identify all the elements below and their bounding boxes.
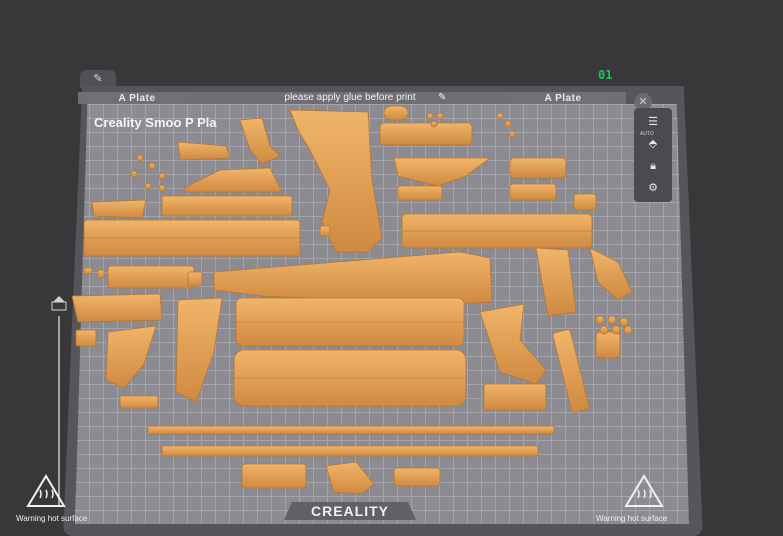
gear-icon[interactable]: ⚙ [643, 180, 663, 196]
plate-number: 01 [598, 68, 613, 82]
plate-label-right: A Plate [506, 93, 620, 104]
pencil-icon: ✎ [93, 73, 103, 85]
plate-title: Creality Smoo P Pla [94, 115, 217, 130]
warning-left: Warning hot surface [16, 514, 88, 523]
glue-note: please apply glue before print [284, 92, 416, 103]
auto-orient-icon[interactable]: ⬘ [643, 136, 663, 152]
plate-toolbar: ☰ AUTO ⬘ 🔒︎ ⚙ [634, 108, 672, 202]
hot-surface-warning-icon [624, 474, 664, 507]
pencil-icon[interactable]: ✎ [438, 92, 446, 103]
lock-icon[interactable]: 🔒︎ [643, 158, 663, 174]
build-plate-bed[interactable] [75, 104, 689, 524]
creality-logo: CREALITY [311, 503, 389, 519]
hot-surface-warning-icon [26, 474, 66, 507]
plate-label-left: A Plate [82, 93, 192, 104]
warning-right: Warning hot surface [596, 514, 668, 523]
edit-plate-tab[interactable]: ✎ [80, 70, 116, 88]
list-icon[interactable]: ☰ [643, 114, 663, 130]
